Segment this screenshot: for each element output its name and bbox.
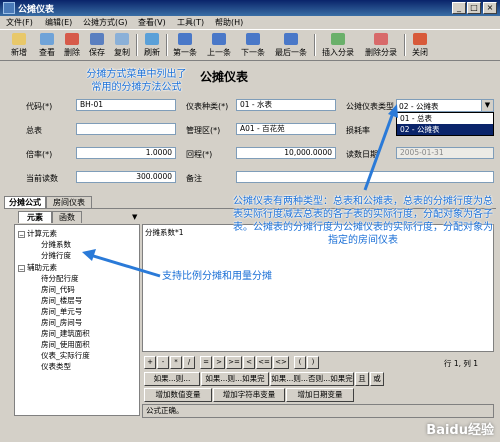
arrow-to-dropdown xyxy=(363,109,396,191)
arrowhead-icon xyxy=(82,249,96,261)
arrow-to-tree xyxy=(89,253,161,278)
annotation-meter-types: 公摊仪表有两种类型：总表和公摊表，总表的分摊行度为总表实际行度减去总表的各子表的… xyxy=(233,196,493,246)
arrowhead-icon xyxy=(388,104,398,118)
watermark: Baidu经验 xyxy=(426,423,494,438)
annotation-tree: 支持比例分摊和用量分摊 xyxy=(162,271,272,282)
